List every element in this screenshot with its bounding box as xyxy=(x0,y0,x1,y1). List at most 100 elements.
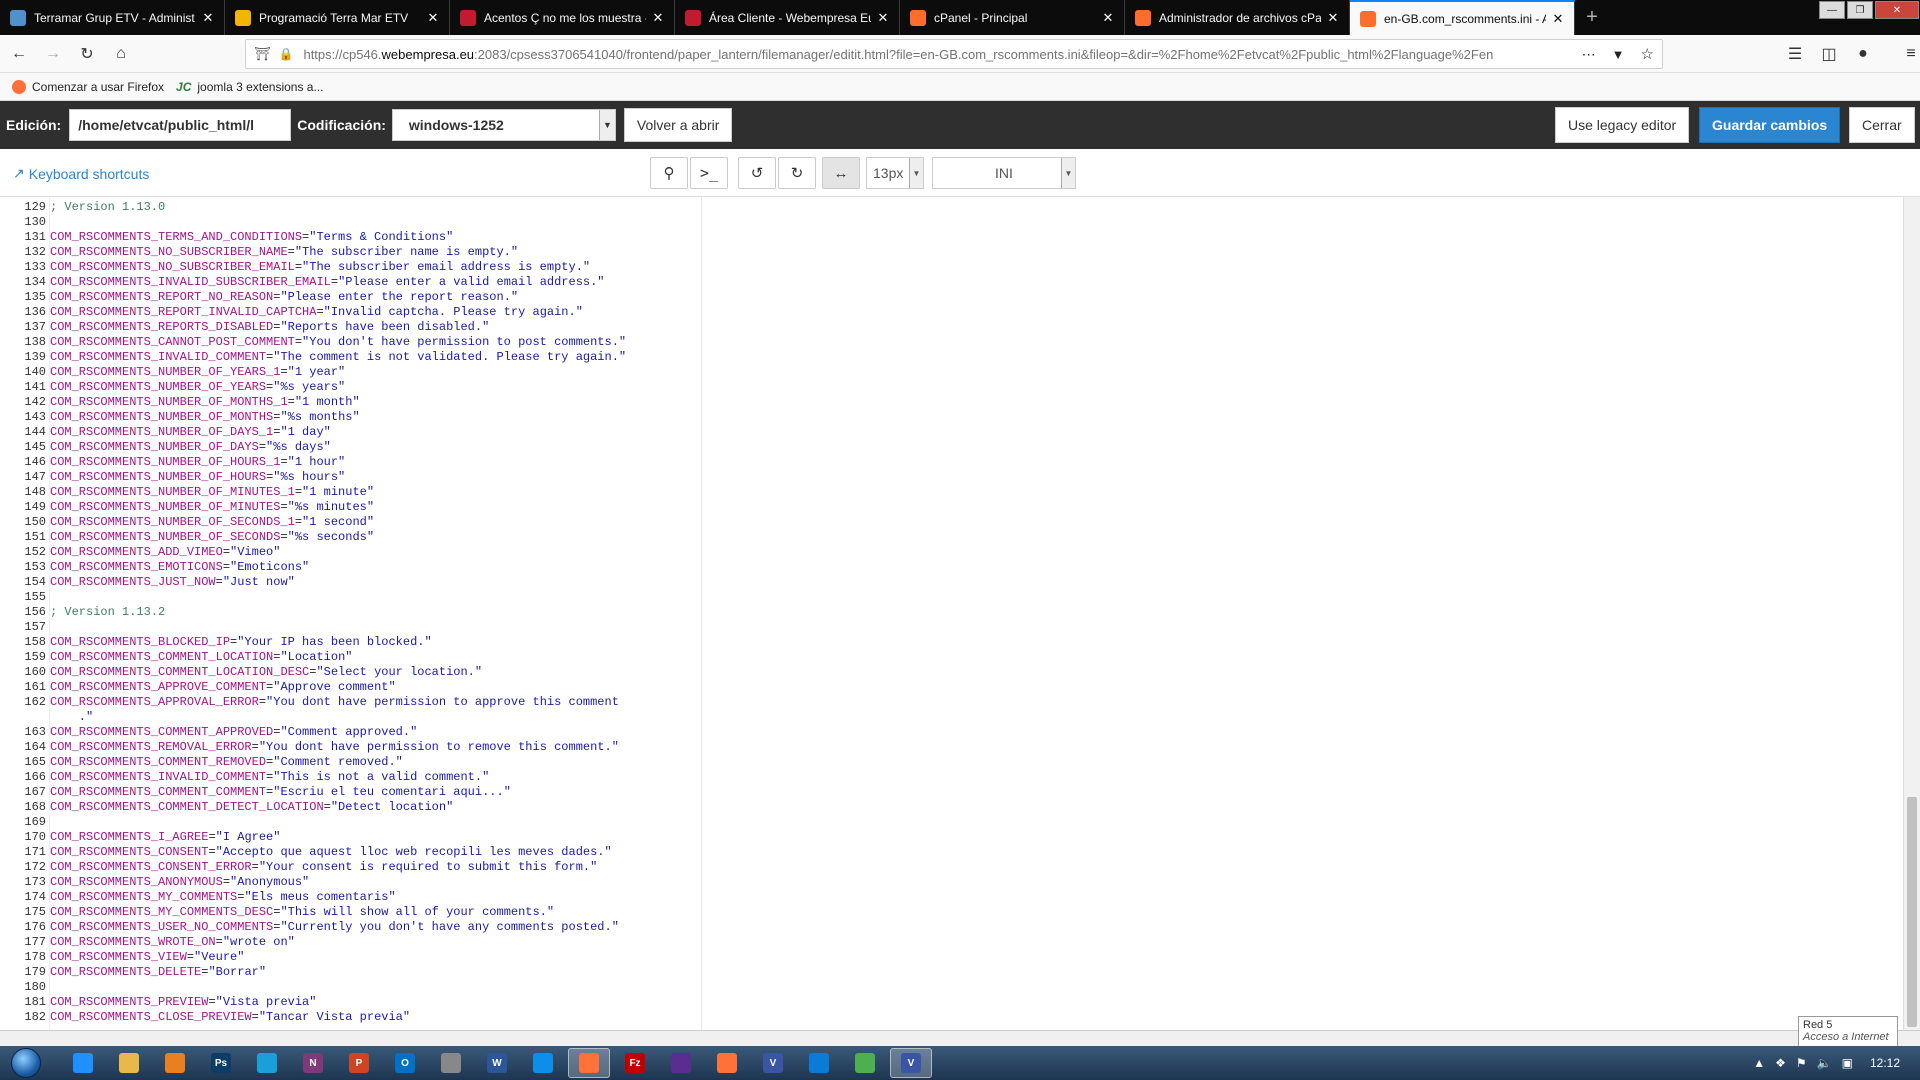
taskbar-item[interactable] xyxy=(798,1048,840,1078)
taskbar-item[interactable] xyxy=(522,1048,564,1078)
code-editor[interactable]: 129 130 131 132 133 134 135 136 137 138 139 140 141 1… xyxy=(0,197,1920,1030)
file-path-input[interactable]: /home/etvcat/public_html/l xyxy=(69,109,292,141)
taskbar-item[interactable] xyxy=(62,1048,104,1078)
code-line[interactable]: COM_RSCOMMENTS_NUMBER_OF_HOURS="%s hours… xyxy=(50,470,345,485)
pocket-icon[interactable]: ▼ xyxy=(1612,47,1625,62)
legacy-editor-button[interactable]: Use legacy editor xyxy=(1555,107,1690,143)
code-line[interactable]: COM_RSCOMMENTS_CANNOT_POST_COMMENT="You … xyxy=(50,335,626,350)
code-line[interactable]: ; Version 1.13.0 xyxy=(50,200,165,215)
browser-tab[interactable]: Área Cliente - Webempresa Eur ✕ xyxy=(675,0,900,35)
code-line[interactable]: COM_RSCOMMENTS_NUMBER_OF_SECONDS_1="1 se… xyxy=(50,515,374,530)
code-line[interactable]: COM_RSCOMMENTS_ADD_VIMEO="Vimeo" xyxy=(50,545,280,560)
taskbar-item[interactable] xyxy=(568,1048,610,1078)
close-icon[interactable]: ✕ xyxy=(1325,10,1341,26)
volume-icon[interactable]: 🔈 xyxy=(1817,1056,1832,1070)
reopen-button[interactable]: Volver a abrir xyxy=(623,108,733,142)
goto-line-icon[interactable]: >_ xyxy=(690,157,728,189)
code-line[interactable]: COM_RSCOMMENTS_CONSENT="Accepto que aque… xyxy=(50,845,612,860)
minimize-icon[interactable]: — xyxy=(1819,1,1845,19)
close-icon[interactable]: ✕ xyxy=(1100,10,1116,26)
close-icon[interactable]: ✕ xyxy=(200,10,216,26)
network-icon[interactable]: ▣ xyxy=(1842,1056,1853,1070)
reload-icon[interactable]: ↻ xyxy=(72,39,102,69)
close-icon[interactable]: ✕ xyxy=(650,10,666,26)
new-tab-icon[interactable]: + xyxy=(1575,0,1609,35)
close-icon[interactable]: ✕ xyxy=(1550,11,1566,27)
browser-tab[interactable]: Terramar Grup ETV - Administ ✕ xyxy=(0,0,225,35)
browser-tab[interactable]: Administrador de archivos cPar ✕ xyxy=(1125,0,1350,35)
code-line[interactable]: COM_RSCOMMENTS_BLOCKED_IP="Your IP has b… xyxy=(50,635,432,650)
code-line[interactable]: COM_RSCOMMENTS_MY_COMMENTS="Els meus com… xyxy=(50,890,396,905)
bookmark-item[interactable]: JC joomla 3 extensions a... xyxy=(176,80,323,94)
encoding-select[interactable]: windows-1252 ▼ xyxy=(391,109,616,141)
tray-expand-icon[interactable]: ▲ xyxy=(1753,1056,1765,1070)
taskbar-item[interactable] xyxy=(706,1048,748,1078)
close-icon[interactable]: ✕ xyxy=(425,10,441,26)
code-line[interactable]: COM_RSCOMMENTS_DELETE="Borrar" xyxy=(50,965,266,980)
code-line[interactable]: COM_RSCOMMENTS_NUMBER_OF_DAYS_1="1 day" xyxy=(50,425,331,440)
code-line[interactable]: COM_RSCOMMENTS_USER_NO_COMMENTS="Current… xyxy=(50,920,619,935)
code-line[interactable]: COM_RSCOMMENTS_COMMENT_REMOVED="Comment … xyxy=(50,755,403,770)
taskbar-item[interactable]: V xyxy=(890,1048,932,1078)
code-line[interactable]: COM_RSCOMMENTS_REPORTS_DISABLED="Reports… xyxy=(50,320,489,335)
back-icon[interactable]: ← xyxy=(4,39,34,69)
code-line[interactable]: COM_RSCOMMENTS_I_AGREE="I Agree" xyxy=(50,830,280,845)
undo-icon[interactable]: ↺ xyxy=(738,157,776,189)
code-line[interactable]: COM_RSCOMMENTS_REPORT_INVALID_CAPTCHA="I… xyxy=(50,305,583,320)
code-line[interactable]: COM_RSCOMMENTS_TERMS_AND_CONDITIONS="Ter… xyxy=(50,230,453,245)
code-line[interactable]: COM_RSCOMMENTS_COMMENT_APPROVED="Comment… xyxy=(50,725,417,740)
wrap-toggle-icon[interactable]: ↔ xyxy=(822,157,860,189)
code-line[interactable]: COM_RSCOMMENTS_VIEW="Veure" xyxy=(50,950,244,965)
code-line[interactable]: COM_RSCOMMENTS_NUMBER_OF_SECONDS="%s sec… xyxy=(50,530,374,545)
close-icon[interactable]: ✕ xyxy=(875,10,891,26)
code-line[interactable]: COM_RSCOMMENTS_REMOVAL_ERROR="You dont h… xyxy=(50,740,619,755)
browser-tab[interactable]: en-GB.com_rscomments.ini - A ✕ xyxy=(1350,0,1575,35)
code-line[interactable]: COM_RSCOMMENTS_CLOSE_PREVIEW="Tancar Vis… xyxy=(50,1010,410,1025)
font-size-select[interactable]: 13px ▼ xyxy=(866,157,924,189)
code-line[interactable]: COM_RSCOMMENTS_NUMBER_OF_MINUTES="%s min… xyxy=(50,500,374,515)
save-button[interactable]: Guardar cambios xyxy=(1699,107,1841,143)
code-line[interactable]: COM_RSCOMMENTS_NUMBER_OF_MONTHS_1="1 mon… xyxy=(50,395,360,410)
code-line-wrap[interactable]: ." xyxy=(50,710,93,725)
taskbar-item[interactable] xyxy=(660,1048,702,1078)
menu-icon[interactable]: ≡ xyxy=(1896,39,1920,69)
taskbar-item[interactable] xyxy=(108,1048,150,1078)
code-line[interactable]: COM_RSCOMMENTS_WROTE_ON="wrote on" xyxy=(50,935,295,950)
search-icon[interactable]: ⚲ xyxy=(650,157,688,189)
flag-icon[interactable]: ⚑ xyxy=(1796,1056,1807,1070)
code-line[interactable]: COM_RSCOMMENTS_COMMENT_LOCATION_DESC="Se… xyxy=(50,665,482,680)
taskbar-item[interactable]: O xyxy=(384,1048,426,1078)
code-line[interactable]: COM_RSCOMMENTS_REPORT_NO_REASON="Please … xyxy=(50,290,518,305)
code-line[interactable]: COM_RSCOMMENTS_APPROVE_COMMENT="Approve … xyxy=(50,680,396,695)
code-line[interactable]: COM_RSCOMMENTS_PREVIEW="Vista previa" xyxy=(50,995,316,1010)
code-line[interactable]: COM_RSCOMMENTS_JUST_NOW="Just now" xyxy=(50,575,295,590)
taskbar-item[interactable] xyxy=(430,1048,472,1078)
page-actions-icon[interactable]: ⋯ xyxy=(1582,46,1596,63)
taskbar-item[interactable]: V xyxy=(752,1048,794,1078)
maximize-icon[interactable]: ❐ xyxy=(1847,1,1873,19)
scrollbar-thumb[interactable] xyxy=(1907,797,1917,1027)
code-line[interactable]: COM_RSCOMMENTS_NUMBER_OF_YEARS="%s years… xyxy=(50,380,345,395)
code-line[interactable]: COM_RSCOMMENTS_COMMENT_COMMENT="Escriu e… xyxy=(50,785,511,800)
browser-tab[interactable]: Programació Terra Mar ETV ✕ xyxy=(225,0,450,35)
code-line[interactable]: COM_RSCOMMENTS_NUMBER_OF_MONTHS="%s mont… xyxy=(50,410,360,425)
url-bar[interactable]: ⛩ 🔒 https://cp546.webempresa.eu:2083/cps… xyxy=(245,39,1663,69)
bookmark-star-icon[interactable]: ☆ xyxy=(1641,45,1654,63)
taskbar-item[interactable]: W xyxy=(476,1048,518,1078)
taskbar-item[interactable]: Ps xyxy=(200,1048,242,1078)
code-line[interactable]: COM_RSCOMMENTS_ANONYMOUS="Anonymous" xyxy=(50,875,309,890)
taskbar-item[interactable]: N xyxy=(292,1048,334,1078)
home-icon[interactable]: ⌂ xyxy=(106,39,136,69)
editor-scrollbar[interactable] xyxy=(1903,197,1920,1030)
code-line[interactable]: COM_RSCOMMENTS_COMMENT_DETECT_LOCATION="… xyxy=(50,800,453,815)
code-content[interactable]: ; Version 1.13.0 COM_RSCOMMENTS_TERMS_AND… xyxy=(50,197,702,1030)
code-line[interactable]: COM_RSCOMMENTS_INVALID_COMMENT="This is … xyxy=(50,770,489,785)
library-icon[interactable]: ☰ xyxy=(1780,39,1810,69)
keyboard-shortcuts-link[interactable]: ↗ Keyboard shortcuts xyxy=(13,165,149,182)
code-line[interactable]: COM_RSCOMMENTS_CONSENT_ERROR="Your conse… xyxy=(50,860,597,875)
code-line[interactable]: COM_RSCOMMENTS_NUMBER_OF_DAYS="%s days" xyxy=(50,440,331,455)
taskbar-item[interactable] xyxy=(154,1048,196,1078)
code-line[interactable]: COM_RSCOMMENTS_NUMBER_OF_HOURS_1="1 hour… xyxy=(50,455,345,470)
dropbox-icon[interactable]: ❖ xyxy=(1775,1056,1786,1070)
code-line[interactable]: COM_RSCOMMENTS_INVALID_COMMENT="The comm… xyxy=(50,350,626,365)
